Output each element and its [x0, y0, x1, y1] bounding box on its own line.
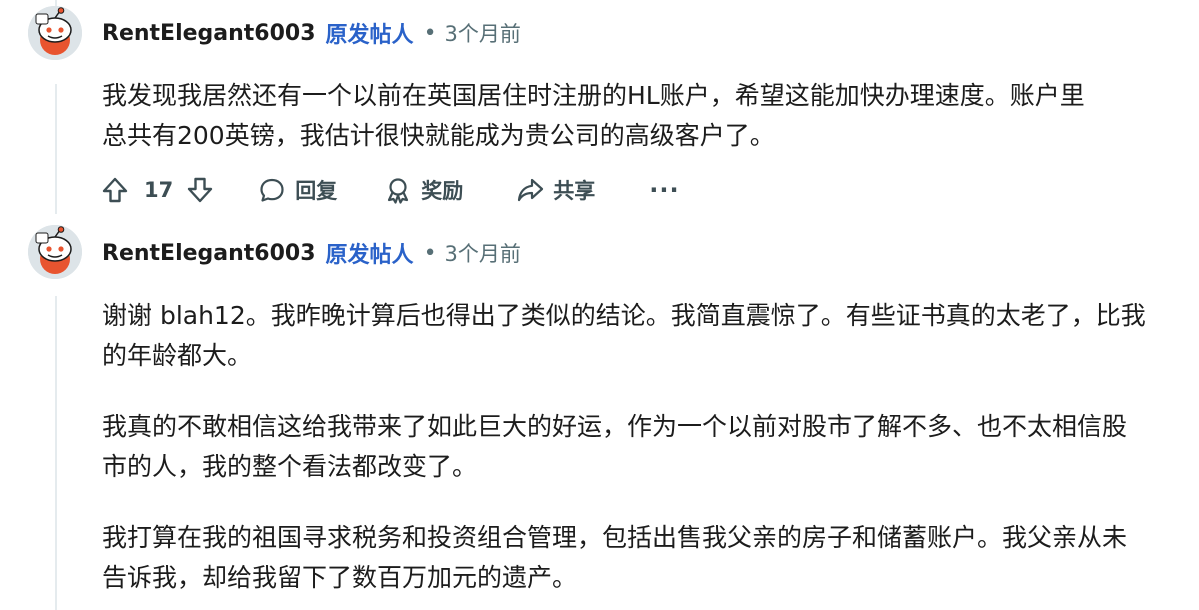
share-label: 共享 — [553, 179, 596, 203]
comment-paragraph: 我真的不敢相信这给我带来了如此巨大的好运，作为一个以前对股市了解不多、也不太相信… — [102, 412, 1128, 481]
comment-meta: RentElegant6003 原发帖人 • 3个月前 — [102, 13, 521, 53]
avatar[interactable] — [28, 6, 82, 60]
share-button[interactable]: 共享 — [515, 175, 595, 205]
op-badge: 原发帖人 — [325, 23, 414, 48]
comment-paragraph: 我打算在我的祖国寻求税务和投资组合管理，包括出售我父亲的房子和储蓄账户。我父亲从… — [102, 523, 1128, 592]
comment-body: 我发现我居然还有一个以前在英国居住时注册的HL账户，希望这能加快办理速度。账户里… — [102, 76, 1162, 156]
snoo-avatar-icon — [28, 225, 82, 279]
more-options-button[interactable]: ··· — [649, 176, 679, 204]
reply-label: 回复 — [295, 179, 338, 203]
meta-separator: • — [423, 240, 437, 266]
comment: RentElegant6003 原发帖人 • 3个月前 谢谢 blah12。我昨… — [0, 215, 1199, 610]
share-arrow-icon — [518, 178, 544, 202]
timestamp[interactable]: 3个月前 — [445, 238, 521, 268]
award-label: 奖励 — [421, 179, 464, 203]
upvote-button[interactable] — [100, 175, 130, 205]
downvote-arrow-icon — [188, 177, 213, 203]
comment: RentElegant6003 原发帖人 • 3个月前 我发现我居然还有一个以前… — [0, 0, 1199, 215]
comment-actions: 17 回复 奖励 共享 ··· — [100, 168, 680, 212]
avatar[interactable] — [28, 225, 82, 279]
comment-body: 谢谢 blah12。我昨晚计算后也得出了类似的结论。我简直震惊了。有些证书真的太… — [102, 296, 1147, 598]
comment-line: 我发现我居然还有一个以前在英国居住时注册的HL账户，希望这能加快办理速度。账户里 — [102, 81, 1085, 110]
meta-separator: • — [423, 20, 437, 46]
upvote-arrow-icon — [102, 177, 128, 203]
comment-bubble-icon — [260, 178, 284, 202]
username[interactable]: RentElegant6003 — [102, 241, 316, 266]
comment-line: 总共有200英镑，我估计很快就能成为贵公司的高级客户了。 — [102, 121, 775, 150]
reply-button[interactable]: 回复 — [257, 175, 337, 205]
op-badge: 原发帖人 — [325, 243, 414, 268]
snoo-avatar-icon — [28, 6, 82, 60]
award-button[interactable]: 奖励 — [383, 175, 463, 205]
vote-count: 17 — [144, 178, 174, 202]
timestamp[interactable]: 3个月前 — [445, 18, 521, 48]
comment-paragraph: 谢谢 blah12。我昨晚计算后也得出了类似的结论。我简直震惊了。有些证书真的太… — [102, 301, 1146, 370]
comment-meta: RentElegant6003 原发帖人 • 3个月前 — [102, 233, 521, 273]
award-icon — [388, 178, 409, 204]
downvote-button[interactable] — [185, 175, 215, 205]
username[interactable]: RentElegant6003 — [102, 21, 316, 46]
